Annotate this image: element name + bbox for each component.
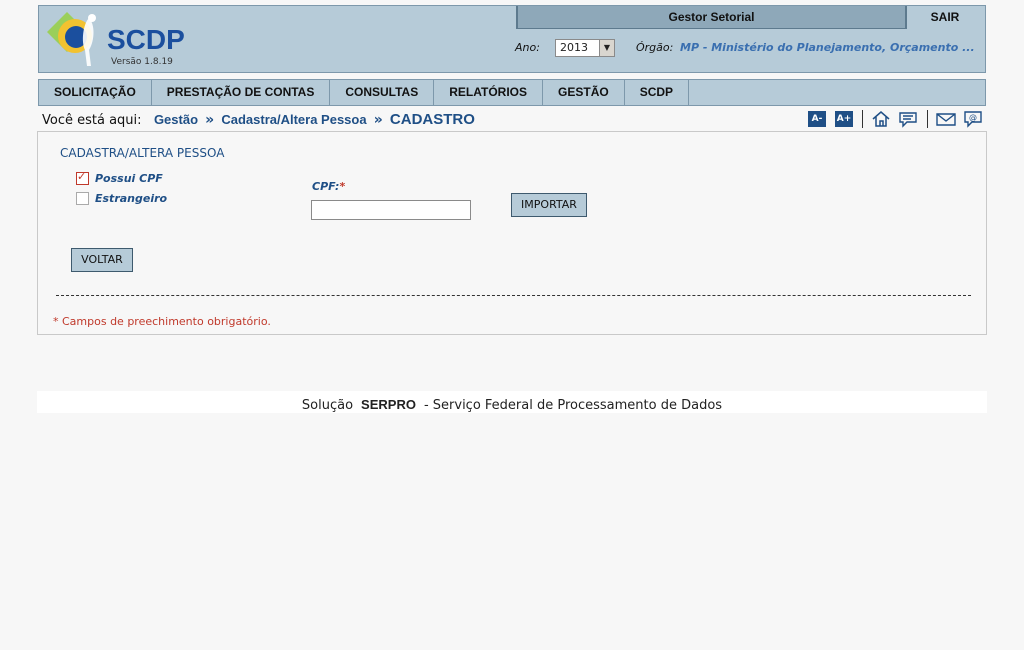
menu-item-prestacao-de-contas[interactable]: PRESTAÇÃO DE CONTAS — [152, 80, 331, 105]
foreigner-label: Estrangeiro — [95, 192, 168, 205]
footer: Solução SERPRO - Serviço Federal de Proces… — [37, 391, 987, 413]
toolbar-divider — [927, 110, 928, 128]
main-menu: SOLICITAÇÃO PRESTAÇÃO DE CONTAS CONSULTA… — [38, 79, 986, 106]
import-button[interactable]: IMPORTAR — [511, 193, 587, 217]
footer-suffix: - Serviço Federal de Processamento de Da… — [423, 398, 723, 413]
foreigner-option[interactable]: Estrangeiro — [76, 191, 168, 206]
year-label: Ano: — [515, 41, 540, 54]
profile-name: Gestor Setorial — [516, 6, 907, 29]
contact-icon[interactable]: @ — [962, 109, 984, 129]
has-cpf-option[interactable]: Possui CPF — [76, 170, 163, 186]
double-chevron-right-icon: » — [205, 112, 215, 128]
org-label: Órgão: — [636, 41, 674, 54]
svg-text:@: @ — [969, 113, 977, 122]
logout-button[interactable]: SAIR — [905, 6, 985, 28]
year-select-value: 2013 — [560, 41, 588, 54]
home-icon[interactable] — [870, 109, 892, 129]
breadcrumb-prefix: Você está aqui: — [42, 113, 142, 128]
back-button[interactable]: VOLTAR — [71, 248, 133, 272]
toolbar-divider — [862, 110, 863, 128]
menu-item-gestao[interactable]: GESTÃO — [543, 80, 625, 105]
logo-text: SCDP — [107, 24, 185, 55]
font-decrease-button[interactable]: A- — [808, 111, 826, 127]
comment-icon[interactable] — [897, 109, 919, 129]
menu-item-consultas[interactable]: CONSULTAS — [330, 80, 435, 105]
logo-emblem-icon — [47, 12, 96, 66]
menu-item-solicitacao[interactable]: SOLICITAÇÃO — [39, 80, 152, 105]
cpf-label: CPF:* — [312, 180, 345, 193]
year-select[interactable]: 2013 ▼ — [555, 39, 615, 57]
menu-item-scdp[interactable]: SCDP — [625, 80, 690, 105]
form-panel: CADASTRA/ALTERA PESSOA Possui CPF Estran… — [37, 131, 987, 335]
font-increase-button[interactable]: A+ — [835, 111, 853, 127]
footer-brand: SERPRO — [361, 397, 416, 412]
divider — [56, 295, 971, 296]
cpf-input[interactable] — [311, 200, 471, 220]
header: SCDP Versão 1.8.19 Gestor Setorial SAIR … — [38, 5, 986, 73]
foreigner-checkbox[interactable] — [76, 191, 89, 205]
cpf-label-text: CPF: — [312, 180, 340, 193]
has-cpf-checkbox[interactable] — [76, 170, 89, 185]
chevron-down-icon[interactable]: ▼ — [599, 40, 614, 56]
has-cpf-label: Possui CPF — [95, 172, 163, 185]
version-label: Versão 1.8.19 — [111, 57, 173, 67]
breadcrumb-link-cadastra-altera-pessoa[interactable]: Cadastra/Altera Pessoa — [221, 112, 366, 127]
required-mark: * — [339, 180, 346, 193]
breadcrumb-current: CADASTRO — [389, 111, 475, 128]
double-chevron-right-icon: » — [373, 112, 383, 128]
required-fields-note: * Campos de preechimento obrigatório. — [53, 315, 271, 328]
form-title: CADASTRA/ALTERA PESSOA — [60, 146, 225, 160]
footer-prefix: Solução — [301, 398, 354, 413]
menu-item-relatorios[interactable]: RELATÓRIOS — [434, 80, 544, 105]
breadcrumb: Você está aqui: Gestão » Cadastra/Altera… — [42, 111, 475, 128]
org-value[interactable]: MP - Ministério do Planejamento, Orçamen… — [680, 41, 975, 54]
scdp-logo: SCDP Versão 1.8.19 — [45, 10, 185, 68]
breadcrumb-link-gestao[interactable]: Gestão — [154, 112, 198, 127]
mail-icon[interactable] — [935, 109, 957, 129]
